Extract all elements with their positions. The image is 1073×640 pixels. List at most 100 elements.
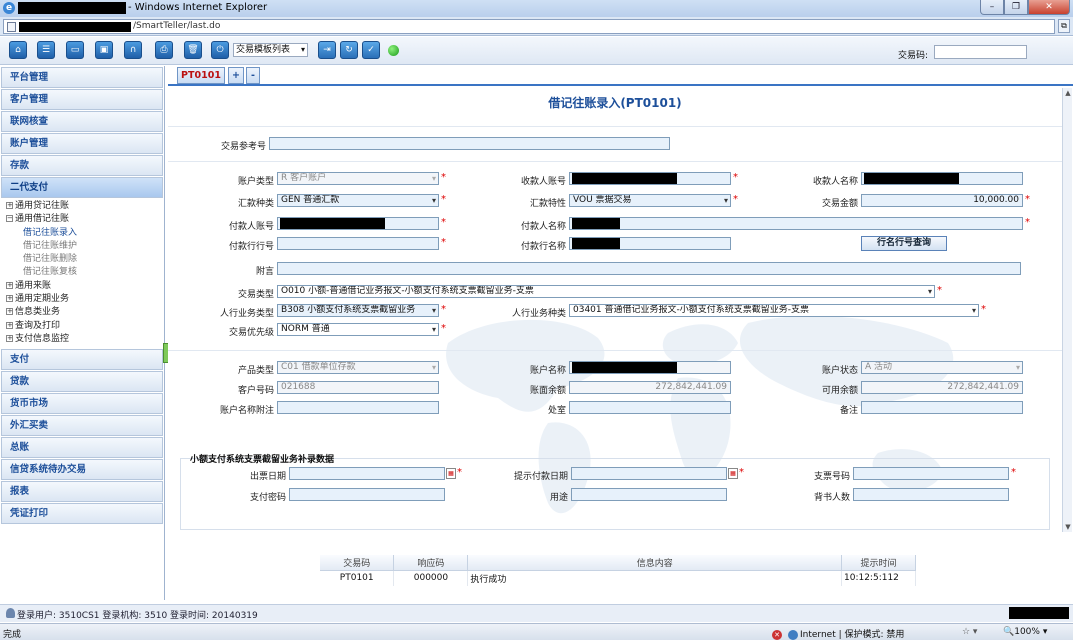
required-mark: * — [739, 467, 744, 478]
trash-icon[interactable]: 🗑 — [184, 41, 202, 59]
usage-input[interactable] — [571, 488, 727, 501]
nav-payment[interactable]: 支付 — [1, 349, 163, 371]
list-icon[interactable]: ☰ — [37, 41, 55, 59]
expand-icon[interactable]: + — [6, 202, 13, 209]
office-input[interactable] — [569, 401, 731, 414]
security-zone[interactable]: ✕ Internet | 保护模式: 禁用 — [772, 627, 904, 640]
payer-name-input[interactable] — [569, 217, 1023, 230]
compatibility-view-icon[interactable]: ⧉ — [1058, 19, 1070, 33]
close-button[interactable]: ✕ — [1028, 0, 1070, 15]
refresh-icon[interactable]: ↻ — [340, 41, 358, 59]
tree-leaf-review[interactable]: 借记往账复核 — [6, 266, 164, 279]
tab-pt0101[interactable]: PT0101 — [177, 67, 225, 84]
headset-icon[interactable]: ∩ — [124, 41, 142, 59]
nav-fx[interactable]: 外汇买卖 — [1, 415, 163, 437]
tree-leaf-maintain[interactable]: 借记往账维护 — [6, 240, 164, 253]
tx-type-label: 交易类型 — [237, 290, 274, 300]
required-mark: * — [1011, 467, 1016, 478]
form-panel: 借记往账录入(PT0101) 交易参考号 账户类型 R 客户账户 * 收款人账号… — [168, 88, 1062, 532]
status-green-dot-icon[interactable] — [388, 45, 399, 56]
zoom-level[interactable]: 🔍100% ▾ — [1003, 627, 1047, 637]
expand-icon[interactable]: + — [6, 308, 13, 316]
nav-loan[interactable]: 贷款 — [1, 371, 163, 393]
remit-type-select[interactable]: GEN 普通汇款 — [277, 194, 439, 207]
minimize-button[interactable]: – — [980, 0, 1004, 15]
login-info: 登录用户: 3510CS1 登录机构: 3510 登录时间: 20140319 — [17, 611, 258, 621]
calendar-icon[interactable]: ▦ — [446, 468, 456, 479]
payer-acct-input[interactable] — [277, 217, 439, 230]
amount-input[interactable]: 10,000.00 — [861, 194, 1023, 207]
nav-account[interactable]: 账户管理 — [1, 133, 163, 154]
endorse-input[interactable] — [853, 488, 1009, 501]
redacted-host — [19, 22, 131, 32]
payer-name-label: 付款人名称 — [520, 222, 566, 232]
maximize-button[interactable]: ❐ — [1004, 0, 1028, 15]
scroll-up-icon[interactable]: ▲ — [1063, 88, 1073, 98]
tree-leaf-entry[interactable]: 借记往账录入 — [6, 227, 164, 240]
nav-deposit[interactable]: 存款 — [1, 155, 163, 176]
print-icon[interactable]: ⎙ — [155, 41, 173, 59]
export-icon[interactable]: ⇥ — [318, 41, 336, 59]
scroll-down-icon[interactable]: ▼ — [1063, 522, 1073, 532]
tree-label: 通用借记往账 — [15, 214, 70, 225]
pay-pwd-input[interactable] — [289, 488, 445, 501]
nav-credit-todo[interactable]: 信贷系统待办交易 — [1, 459, 163, 481]
folder-icon[interactable]: ▭ — [66, 41, 84, 59]
tx-type-select[interactable]: O010 小额-普通借记业务报文-小额支付系统支票截留业务-支票 — [277, 285, 935, 298]
expand-icon[interactable]: + — [6, 295, 13, 303]
nav-platform[interactable]: 平台管理 — [1, 67, 163, 88]
payee-name-input[interactable] — [861, 172, 1023, 185]
tree-node[interactable]: + 通用来账 — [6, 280, 164, 293]
postscript-input[interactable] — [277, 262, 1021, 275]
bank-query-button[interactable]: 行名行号查询 — [861, 236, 947, 251]
cell-code: PT0101 — [320, 570, 395, 586]
biz-kind-select[interactable]: 03401 普通借记业务报文-小额支付系统支票截留业务-支票 — [569, 304, 979, 317]
acct-type-select[interactable]: R 客户账户 — [277, 172, 439, 185]
favorites-icon[interactable]: ☆ ▾ — [962, 627, 977, 637]
divider — [168, 350, 1062, 351]
issue-date-input[interactable] — [289, 467, 445, 480]
remark-input[interactable] — [861, 401, 1023, 414]
remove-tab-button[interactable]: - — [246, 67, 260, 84]
nav-cnaps2[interactable]: 二代支付 — [1, 177, 163, 198]
nav-verify[interactable]: 联网核查 — [1, 111, 163, 132]
home-icon[interactable]: ⌂ — [9, 41, 27, 59]
nav-ledger[interactable]: 总账 — [1, 437, 163, 459]
required-mark: * — [937, 285, 942, 296]
expand-icon[interactable]: + — [6, 321, 13, 329]
pay-date-input[interactable] — [571, 467, 727, 480]
table-row[interactable]: PT0101 000000 执行成功 10:12:5:112 — [320, 570, 916, 586]
nav-money-market[interactable]: 货币市场 — [1, 393, 163, 415]
calendar-icon[interactable]: ▦ — [728, 468, 738, 479]
remit-prop-select[interactable]: VOU 票据交易 — [569, 194, 731, 207]
payer-bank-name-input[interactable] — [569, 237, 731, 250]
address-input[interactable]: /SmartTeller/last.do — [3, 19, 1055, 34]
expand-icon[interactable]: + — [6, 334, 13, 342]
tree-node[interactable]: + 通用定期业务 — [6, 293, 164, 306]
tree-node[interactable]: + 通用贷记往账 — [6, 200, 164, 213]
power-icon[interactable]: ⏻ — [211, 41, 229, 59]
payer-bank-no-input[interactable] — [277, 237, 439, 250]
vertical-scrollbar[interactable]: ▲ ▼ — [1062, 88, 1072, 532]
priority-select[interactable]: NORM 普通 — [277, 323, 439, 336]
tree-node[interactable]: + 信息类业务 — [6, 306, 164, 319]
nav-report[interactable]: 报表 — [1, 481, 163, 503]
expand-icon[interactable]: + — [6, 281, 13, 289]
acct-note-input[interactable] — [277, 401, 439, 414]
template-select[interactable]: 交易模板列表 — [233, 43, 308, 57]
tree-node[interactable]: + 支付信息监控 — [6, 333, 164, 346]
payee-acct-input[interactable] — [569, 172, 731, 185]
biz-class-select[interactable]: B308 小额支付系统支票截留业务 — [277, 304, 439, 317]
nav-voucher-print[interactable]: 凭证打印 — [1, 503, 163, 525]
tree-node[interactable]: − 通用借记往账 — [6, 213, 164, 226]
check-icon[interactable]: ✓ — [362, 41, 380, 59]
trcode-input[interactable] — [934, 45, 1027, 59]
tree-leaf-delete[interactable]: 借记往账删除 — [6, 253, 164, 266]
nav-customer[interactable]: 客户管理 — [1, 89, 163, 110]
cheque-no-input[interactable] — [853, 467, 1009, 480]
add-tab-button[interactable]: + — [228, 67, 244, 84]
tree-node[interactable]: + 查询及打印 — [6, 320, 164, 333]
collapse-icon[interactable]: − — [6, 215, 13, 223]
ref-input[interactable] — [269, 137, 670, 150]
save-icon[interactable]: ▣ — [95, 41, 113, 59]
